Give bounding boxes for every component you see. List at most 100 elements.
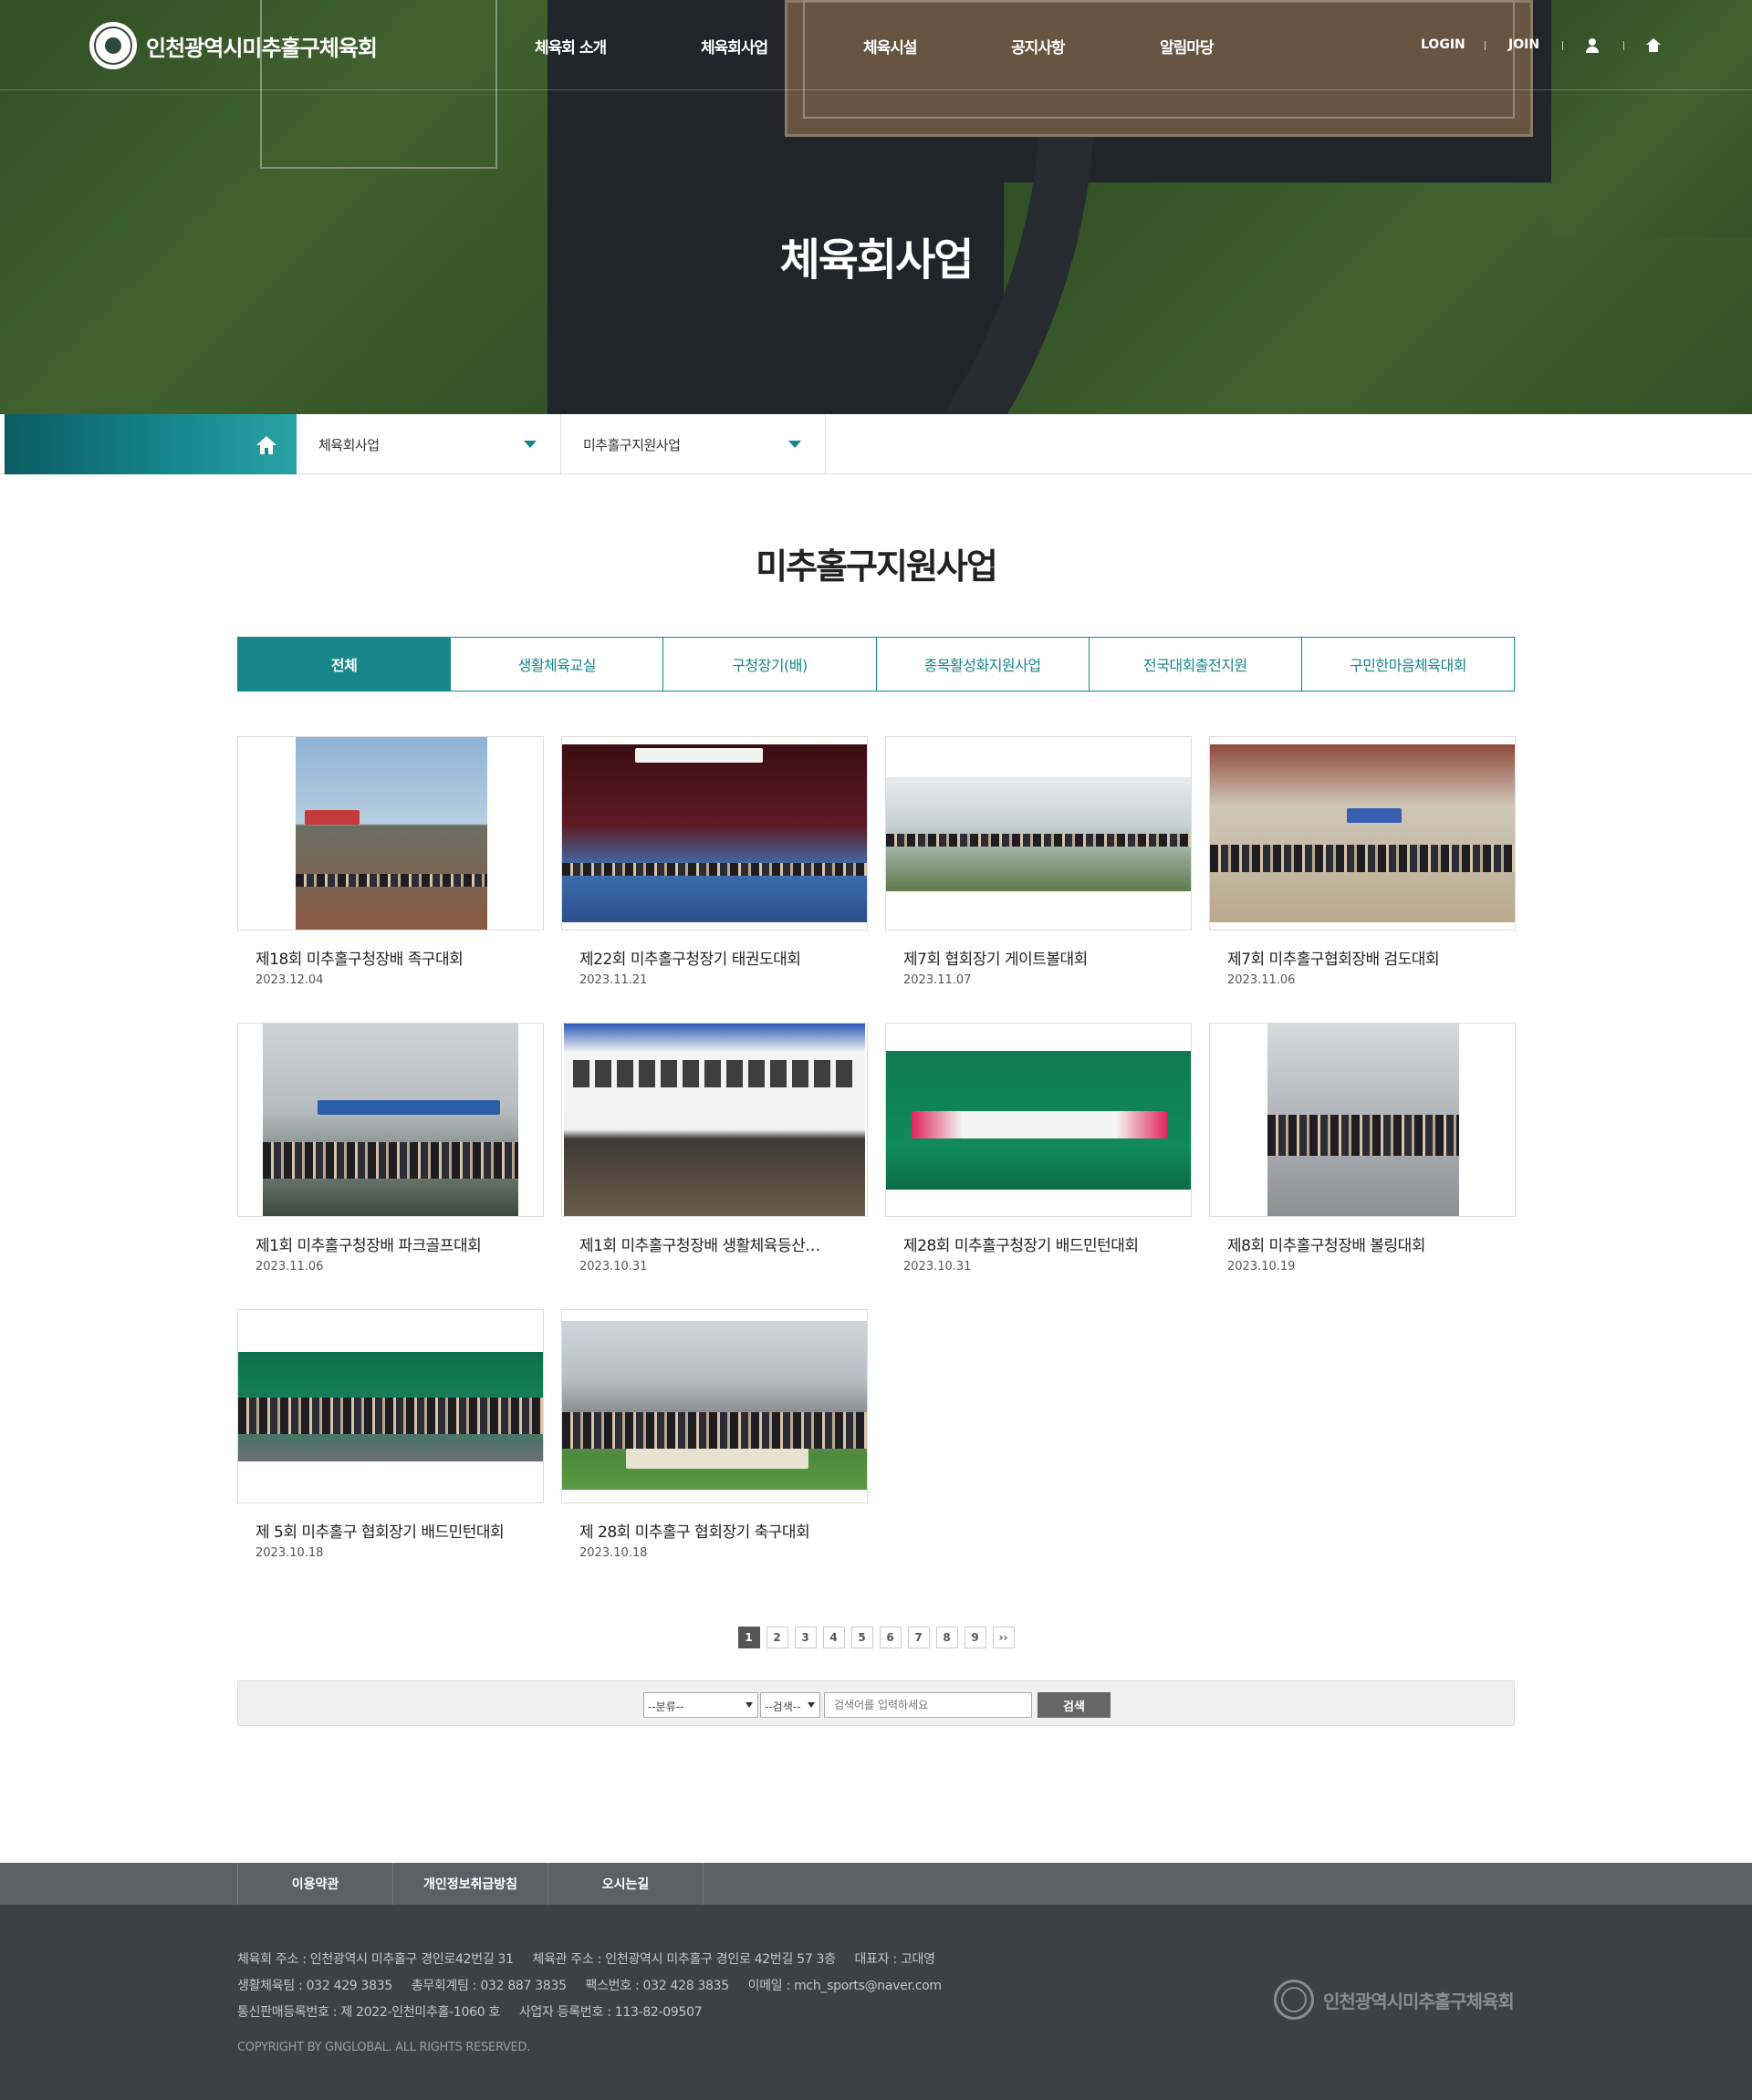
gallery-item[interactable]: 제28회 미추홀구청장기 배드민턴대회 2023.10.31 xyxy=(885,1023,1192,1274)
home-icon xyxy=(256,436,276,454)
page-link-4[interactable]: 4 xyxy=(822,1627,845,1648)
location-level1-label: 체육회사업 xyxy=(318,437,380,453)
category-select-value: --분류-- xyxy=(648,1700,684,1713)
gallery-item-date: 2023.11.21 xyxy=(579,973,648,987)
category-select[interactable]: --분류-- xyxy=(643,1692,758,1718)
gallery-item-date: 2023.10.18 xyxy=(579,1546,648,1560)
page-link-5[interactable]: 5 xyxy=(850,1627,873,1648)
caret-down-icon xyxy=(524,441,537,448)
site-name: 인천광역시미추홀구체육회 xyxy=(146,35,378,61)
util-divider xyxy=(1562,41,1563,50)
nav-item-notice[interactable]: 공지사항 xyxy=(1011,35,1066,57)
gallery-item[interactable]: 제7회 협회장기 게이트볼대회 2023.11.07 xyxy=(885,736,1192,987)
page-next-button[interactable]: ›› xyxy=(992,1627,1015,1648)
footer-copyright: COPYRIGHT BY GNGLOBAL. ALL RIGHTS RESERV… xyxy=(237,2041,531,2054)
gallery-item-title: 제1회 미추홀구청장배 파크골프대회 xyxy=(256,1237,482,1255)
gallery-thumbnail xyxy=(885,1023,1192,1217)
user-icon[interactable] xyxy=(1585,38,1600,53)
search-field-select-value: --검색-- xyxy=(765,1700,801,1713)
gallery-item-title: 제 5회 미추홀구 협회장기 배드민턴대회 xyxy=(256,1523,505,1542)
page-link-8[interactable]: 8 xyxy=(935,1627,958,1648)
tab-all[interactable]: 전체 xyxy=(237,637,452,691)
top-navigation-bar: 인천광역시미추홀구체육회 체육회 소개 체육회사업 체육시설 공지사항 알림마당… xyxy=(0,0,1752,90)
hero-banner: 인천광역시미추홀구체육회 체육회 소개 체육회사업 체육시설 공지사항 알림마당… xyxy=(0,0,1752,414)
gallery-item-title: 제22회 미추홀구청장기 태권도대회 xyxy=(579,951,801,969)
join-link[interactable]: JOIN xyxy=(1508,37,1539,52)
gallery-thumbnail xyxy=(561,736,868,930)
gallery-item-title: 제18회 미추홀구청장배 족구대회 xyxy=(256,951,464,969)
gallery-item-title: 제 28회 미추홀구 협회장기 축구대회 xyxy=(579,1523,810,1542)
chevron-down-icon xyxy=(808,1702,815,1708)
gallery-item[interactable]: 제1회 미추홀구청장배 생활체육등산… 2023.10.31 xyxy=(561,1023,868,1274)
page-link-1[interactable]: 1 xyxy=(737,1627,760,1648)
gallery-item-title: 제7회 협회장기 게이트볼대회 xyxy=(903,951,1088,969)
nav-item-board[interactable]: 알림마당 xyxy=(1160,35,1215,57)
login-link[interactable]: LOGIN xyxy=(1421,37,1465,52)
gallery-thumbnail xyxy=(885,736,1192,930)
page-link-2[interactable]: 2 xyxy=(766,1627,788,1648)
gallery-thumbnail xyxy=(237,1023,544,1217)
gallery-thumbnail xyxy=(561,1023,868,1217)
gallery-item-date: 2023.11.07 xyxy=(903,973,972,987)
chevron-down-icon xyxy=(746,1702,753,1708)
tab-district-mayor-cup[interactable]: 구청장기(배) xyxy=(663,637,877,691)
gallery-item[interactable]: 제22회 미추홀구청장기 태권도대회 2023.11.21 xyxy=(561,736,868,987)
gallery-item-date: 2023.12.04 xyxy=(256,973,324,987)
page-title: 미추홀구지원사업 xyxy=(756,546,998,587)
gallery-item-title: 제28회 미추홀구청장기 배드민턴대회 xyxy=(903,1237,1139,1255)
gallery-item[interactable]: 제8회 미추홀구청장배 볼링대회 2023.10.19 xyxy=(1209,1023,1516,1274)
nav-item-facilities[interactable]: 체육시설 xyxy=(863,35,918,57)
search-bar: --분류-- --검색-- 검색 xyxy=(237,1680,1515,1726)
location-dropdown-level1[interactable]: 체육회사업 xyxy=(297,414,561,474)
location-level2-label: 미추홀구지원사업 xyxy=(583,437,681,453)
gallery-item[interactable]: 제1회 미추홀구청장배 파크골프대회 2023.11.06 xyxy=(237,1023,544,1274)
gallery-item-date: 2023.10.31 xyxy=(903,1260,972,1274)
location-bar: 체육회사업 미추홀구지원사업 xyxy=(0,414,1752,474)
footer-emblem-icon xyxy=(1274,1980,1314,2020)
footer-logo-text: 인천광역시미추홀구체육회 xyxy=(1323,1990,1515,2012)
search-field-select[interactable]: --검색-- xyxy=(760,1692,820,1718)
footer-registration: 통신판매등록번호 : 제 2022-인천미추홀-1060 호 사업자 등록번호 … xyxy=(237,2005,703,2020)
gallery-item-title: 제8회 미추홀구청장배 볼링대회 xyxy=(1227,1237,1425,1255)
site-logo[interactable]: 인천광역시미추홀구체육회 xyxy=(89,22,378,69)
footer-contact: 생활체육팀 : 032 429 3835 총무회계팀 : 032 887 383… xyxy=(237,1979,942,1993)
util-divider xyxy=(1485,41,1486,50)
page-link-9[interactable]: 9 xyxy=(964,1627,986,1648)
gallery-item-date: 2023.10.18 xyxy=(256,1546,324,1560)
privacy-policy-link[interactable]: 개인정보취급방침 xyxy=(392,1863,548,1905)
page-link-6[interactable]: 6 xyxy=(879,1627,902,1648)
nav-item-about[interactable]: 체육회 소개 xyxy=(535,35,607,57)
footer-link-divider xyxy=(703,1863,704,1905)
caret-down-icon xyxy=(788,441,801,448)
footer-logo: 인천광역시미추홀구체육회 xyxy=(1274,1980,1515,2020)
footer-links-bar: 이용약관 개인정보취급방침 오시는길 xyxy=(0,1863,1752,1905)
search-input[interactable] xyxy=(824,1692,1032,1718)
gallery-item[interactable]: 제7회 미추홀구협회장배 검도대회 2023.11.06 xyxy=(1209,736,1516,987)
footer-address: 체육회 주소 : 인천광역시 미추홀구 경인로42번길 31 체육관 주소 : … xyxy=(237,1952,935,1967)
location-home-button[interactable] xyxy=(5,414,297,474)
gallery-item[interactable]: 제 28회 미추홀구 협회장기 축구대회 2023.10.18 xyxy=(561,1309,868,1560)
gallery-item-title: 제7회 미추홀구협회장배 검도대회 xyxy=(1227,951,1440,969)
gallery-item[interactable]: 제 5회 미추홀구 협회장기 배드민턴대회 2023.10.18 xyxy=(237,1309,544,1560)
tab-life-sports-class[interactable]: 생활체육교실 xyxy=(451,637,664,691)
tab-sport-activation[interactable]: 종목활성화지원사업 xyxy=(876,637,1090,691)
gallery-item-date: 2023.10.19 xyxy=(1227,1260,1296,1274)
logo-emblem-icon xyxy=(89,22,137,69)
util-divider xyxy=(1623,41,1624,50)
directions-link[interactable]: 오시는길 xyxy=(548,1863,703,1905)
nav-item-projects[interactable]: 체육회사업 xyxy=(701,35,768,57)
tab-citizen-sports-festival[interactable]: 구민한마음체육대회 xyxy=(1301,637,1516,691)
terms-link[interactable]: 이용약관 xyxy=(237,1863,392,1905)
gallery-thumbnail xyxy=(1209,1023,1516,1217)
home-icon[interactable] xyxy=(1646,38,1661,53)
search-button[interactable]: 검색 xyxy=(1038,1692,1111,1718)
hero-title: 체육회사업 xyxy=(779,234,975,286)
location-dropdown-level2[interactable]: 미추홀구지원사업 xyxy=(561,414,826,474)
gallery-thumbnail xyxy=(1209,736,1516,930)
page-link-3[interactable]: 3 xyxy=(794,1627,817,1648)
page-link-7[interactable]: 7 xyxy=(907,1627,930,1648)
gallery-item[interactable]: 제18회 미추홀구청장배 족구대회 2023.12.04 xyxy=(237,736,544,987)
gallery-item-title: 제1회 미추홀구청장배 생활체육등산… xyxy=(579,1237,820,1255)
tab-national-competition[interactable]: 전국대회출전지원 xyxy=(1089,637,1302,691)
category-tabs: 전체 생활체육교실 구청장기(배) 종목활성화지원사업 전국대회출전지원 구민한… xyxy=(237,637,1516,691)
